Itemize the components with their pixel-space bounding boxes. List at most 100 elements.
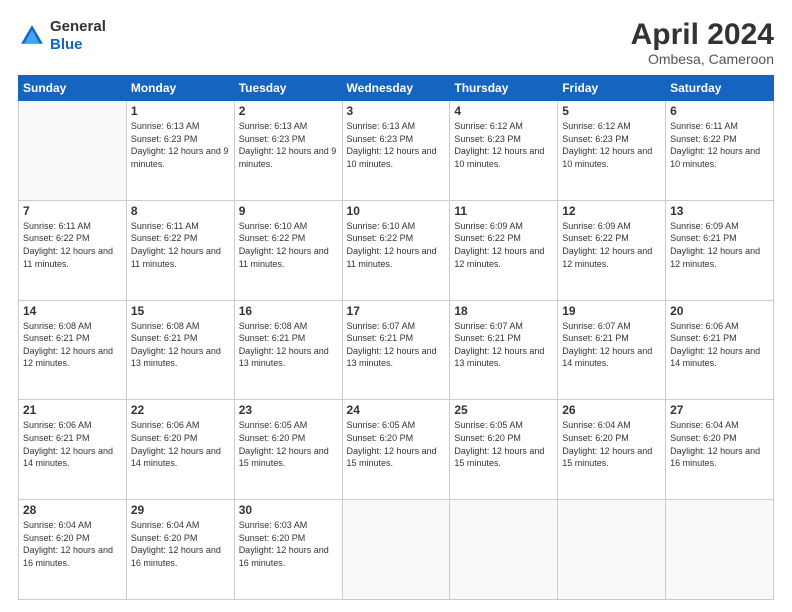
calendar-table: Sunday Monday Tuesday Wednesday Thursday… xyxy=(18,75,774,600)
day-info: Sunrise: 6:08 AMSunset: 6:21 PMDaylight:… xyxy=(239,320,338,370)
day-info: Sunrise: 6:07 AMSunset: 6:21 PMDaylight:… xyxy=(347,320,446,370)
calendar-cell: 30 Sunrise: 6:03 AMSunset: 6:20 PMDayligh… xyxy=(234,500,342,600)
day-number: 23 xyxy=(239,403,338,417)
calendar-cell: 18 Sunrise: 6:07 AMSunset: 6:21 PMDayligh… xyxy=(450,300,558,400)
day-number: 30 xyxy=(239,503,338,517)
calendar-cell: 14Sunrise: 6:08 AMSunset: 6:21 PMDayligh… xyxy=(19,300,127,400)
day-number: 18 xyxy=(454,304,553,318)
day-info: Sunrise: 6:04 AMSunset: 6:20 PMDaylight:… xyxy=(23,519,122,569)
day-info: Sunrise: 6:10 AMSunset: 6:22 PMDaylight:… xyxy=(347,220,446,270)
calendar-cell: 24 Sunrise: 6:05 AMSunset: 6:20 PMDayligh… xyxy=(342,400,450,500)
calendar-cell: 8 Sunrise: 6:11 AMSunset: 6:22 PMDaylight… xyxy=(126,200,234,300)
day-number: 27 xyxy=(670,403,769,417)
header: General Blue April 2024 Ombesa, Cameroon xyxy=(18,18,774,67)
day-info: Sunrise: 6:07 AMSunset: 6:21 PMDaylight:… xyxy=(454,320,553,370)
logo-blue: Blue xyxy=(50,36,83,53)
day-info: Sunrise: 6:12 AMSunset: 6:23 PMDaylight:… xyxy=(562,120,661,170)
calendar-cell: 7Sunrise: 6:11 AMSunset: 6:22 PMDaylight… xyxy=(19,200,127,300)
day-info: Sunrise: 6:11 AMSunset: 6:22 PMDaylight:… xyxy=(670,120,769,170)
col-sunday: Sunday xyxy=(19,76,127,101)
day-number: 17 xyxy=(347,304,446,318)
day-info: Sunrise: 6:08 AMSunset: 6:21 PMDaylight:… xyxy=(131,320,230,370)
calendar-cell: 12 Sunrise: 6:09 AMSunset: 6:22 PMDayligh… xyxy=(558,200,666,300)
calendar-cell: 13 Sunrise: 6:09 AMSunset: 6:21 PMDayligh… xyxy=(666,200,774,300)
calendar-cell: 3Sunrise: 6:13 AMSunset: 6:23 PMDaylight… xyxy=(342,101,450,201)
calendar-cell xyxy=(666,500,774,600)
day-info: Sunrise: 6:04 AMSunset: 6:20 PMDaylight:… xyxy=(562,419,661,469)
calendar-cell: 21 Sunrise: 6:06 AMSunset: 6:21 PMDayligh… xyxy=(19,400,127,500)
day-number: 16 xyxy=(239,304,338,318)
calendar-cell: 9 Sunrise: 6:10 AMSunset: 6:22 PMDaylight… xyxy=(234,200,342,300)
day-number: 14 xyxy=(23,304,122,318)
calendar-cell: 15 Sunrise: 6:08 AMSunset: 6:21 PMDayligh… xyxy=(126,300,234,400)
day-info: Sunrise: 6:09 AMSunset: 6:22 PMDaylight:… xyxy=(454,220,553,270)
day-info: Sunrise: 6:05 AMSunset: 6:20 PMDaylight:… xyxy=(454,419,553,469)
day-info: Sunrise: 6:12 AMSunset: 6:23 PMDaylight:… xyxy=(454,120,553,170)
day-number: 19 xyxy=(562,304,661,318)
day-number: 28 xyxy=(23,503,122,517)
calendar-week-row-1: 1Sunrise: 6:13 AMSunset: 6:23 PMDaylight… xyxy=(19,101,774,201)
day-number: 21 xyxy=(23,403,122,417)
calendar-cell: 2 Sunrise: 6:13 AMSunset: 6:23 PMDaylight… xyxy=(234,101,342,201)
day-number: 6 xyxy=(670,104,769,118)
col-friday: Friday xyxy=(558,76,666,101)
day-number: 26 xyxy=(562,403,661,417)
day-number: 29 xyxy=(131,503,230,517)
calendar-cell: 29 Sunrise: 6:04 AMSunset: 6:20 PMDayligh… xyxy=(126,500,234,600)
calendar-cell: 16 Sunrise: 6:08 AMSunset: 6:21 PMDayligh… xyxy=(234,300,342,400)
calendar-cell xyxy=(450,500,558,600)
day-info: Sunrise: 6:09 AMSunset: 6:22 PMDaylight:… xyxy=(562,220,661,270)
calendar-cell: 10 Sunrise: 6:10 AMSunset: 6:22 PMDayligh… xyxy=(342,200,450,300)
calendar-cell: 23 Sunrise: 6:05 AMSunset: 6:20 PMDayligh… xyxy=(234,400,342,500)
calendar-cell xyxy=(19,101,127,201)
calendar-cell xyxy=(342,500,450,600)
logo-icon xyxy=(18,22,46,50)
month-title: April 2024 xyxy=(631,18,774,51)
calendar-cell: 4 Sunrise: 6:12 AMSunset: 6:23 PMDaylight… xyxy=(450,101,558,201)
col-tuesday: Tuesday xyxy=(234,76,342,101)
day-info: Sunrise: 6:05 AMSunset: 6:20 PMDaylight:… xyxy=(239,419,338,469)
day-number: 2 xyxy=(239,104,338,118)
calendar-week-row-3: 14 Sunrise: 6:08 AMSunset: 6:21 PMDayligh… xyxy=(19,300,774,400)
col-thursday: Thursday xyxy=(450,76,558,101)
day-info: Sunrise: 6:06 AMSunset: 6:20 PMDaylight:… xyxy=(131,419,230,469)
day-number: 12 xyxy=(562,204,661,218)
calendar-cell: 25 Sunrise: 6:05 AMSunset: 6:20 PMDayligh… xyxy=(450,400,558,500)
day-info: Sunrise: 6:11 AMSunset: 6:22 PMDaylight:… xyxy=(131,220,230,270)
day-number: 24 xyxy=(347,403,446,417)
calendar-cell: 28 Sunrise: 6:04 AMSunset: 6:20 PMDayligh… xyxy=(19,500,127,600)
calendar-cell: 27Sunrise: 6:04 AMSunset: 6:20 PMDayligh… xyxy=(666,400,774,500)
calendar-week-row-4: 21 Sunrise: 6:06 AMSunset: 6:21 PMDayligh… xyxy=(19,400,774,500)
day-info: Sunrise: 6:03 AMSunset: 6:20 PMDaylight:… xyxy=(239,519,338,569)
day-number: 22 xyxy=(131,403,230,417)
day-number: 4 xyxy=(454,104,553,118)
day-number: 10 xyxy=(347,204,446,218)
day-info: Sunrise: 6:07 AMSunset: 6:21 PMDaylight:… xyxy=(562,320,661,370)
day-number: 13 xyxy=(670,204,769,218)
day-info: Sunrise: 6:04 AMSunset: 6:20 PMDaylight:… xyxy=(131,519,230,569)
calendar-week-row-2: 7Sunrise: 6:11 AMSunset: 6:22 PMDaylight… xyxy=(19,200,774,300)
day-info: Sunrise: 6:05 AMSunset: 6:20 PMDaylight:… xyxy=(347,419,446,469)
day-number: 25 xyxy=(454,403,553,417)
day-info: Sunrise: 6:11 AMSunset: 6:22 PMDaylight:… xyxy=(23,220,122,270)
calendar-cell: 11Sunrise: 6:09 AMSunset: 6:22 PMDayligh… xyxy=(450,200,558,300)
day-number: 15 xyxy=(131,304,230,318)
page: General Blue April 2024 Ombesa, Cameroon… xyxy=(0,0,792,612)
calendar-cell xyxy=(558,500,666,600)
col-wednesday: Wednesday xyxy=(342,76,450,101)
calendar-cell: 1Sunrise: 6:13 AMSunset: 6:23 PMDaylight… xyxy=(126,101,234,201)
calendar-cell: 26 Sunrise: 6:04 AMSunset: 6:20 PMDayligh… xyxy=(558,400,666,500)
logo-general: General xyxy=(50,18,106,35)
day-number: 8 xyxy=(131,204,230,218)
day-info: Sunrise: 6:06 AMSunset: 6:21 PMDaylight:… xyxy=(23,419,122,469)
day-info: Sunrise: 6:13 AMSunset: 6:23 PMDaylight:… xyxy=(239,120,338,170)
col-saturday: Saturday xyxy=(666,76,774,101)
day-number: 9 xyxy=(239,204,338,218)
title-block: April 2024 Ombesa, Cameroon xyxy=(631,18,774,67)
calendar-cell: 5Sunrise: 6:12 AMSunset: 6:23 PMDaylight… xyxy=(558,101,666,201)
location-title: Ombesa, Cameroon xyxy=(631,51,774,67)
day-info: Sunrise: 6:06 AMSunset: 6:21 PMDaylight:… xyxy=(670,320,769,370)
day-info: Sunrise: 6:10 AMSunset: 6:22 PMDaylight:… xyxy=(239,220,338,270)
calendar-cell: 6 Sunrise: 6:11 AMSunset: 6:22 PMDaylight… xyxy=(666,101,774,201)
day-info: Sunrise: 6:09 AMSunset: 6:21 PMDaylight:… xyxy=(670,220,769,270)
